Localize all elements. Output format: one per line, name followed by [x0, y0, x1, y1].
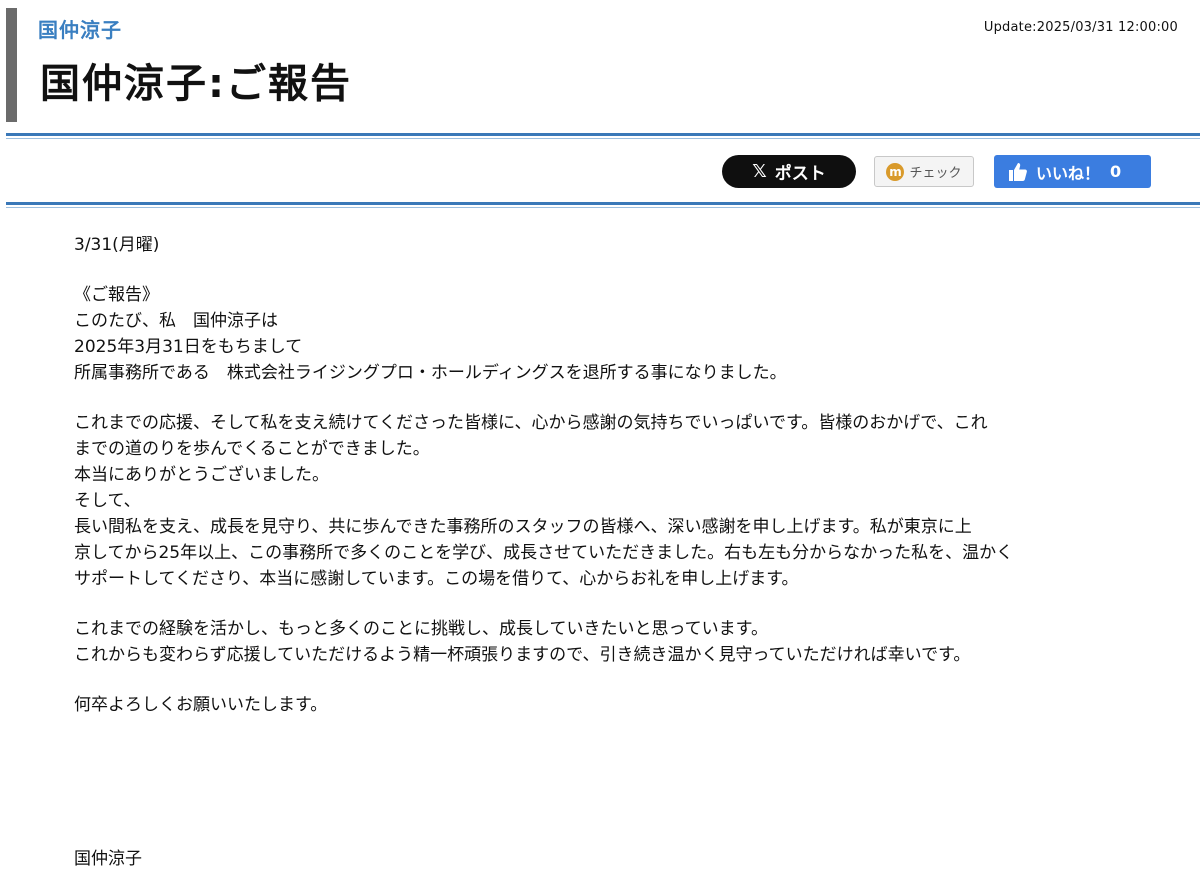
- article-header: 国仲涼子 Update:2025/03/31 12:00:00 国仲涼子:ご報告: [0, 0, 1200, 126]
- header-divider: [6, 133, 1200, 139]
- body-line: これからも変わらず応援していただけるよう精一杯頑張りますので、引き続き温かく見守…: [74, 645, 971, 665]
- body-line: そして、: [74, 491, 141, 511]
- body-line: 長い間私を支え、成長を見守り、共に歩んできた事務所のスタッフの皆様へ、深い感謝を…: [74, 517, 972, 537]
- signature: 国仲涼子: [74, 849, 142, 869]
- article-body: 3/31(月曜) 《ご報告》 このたび、私 国仲涼子は 2025年3月31日をも…: [74, 232, 1134, 718]
- body-line: このたび、私 国仲涼子は: [74, 311, 278, 331]
- x-post-button[interactable]: 𝕏 ポスト: [722, 155, 856, 188]
- check-button-label: チェック: [909, 166, 962, 181]
- page: 国仲涼子 Update:2025/03/31 12:00:00 国仲涼子:ご報告…: [0, 0, 1200, 880]
- body-line: 本当にありがとうございました。: [74, 465, 329, 485]
- closing-line: 何卒よろしくお願いいたします。: [74, 695, 328, 715]
- x-logo-icon: 𝕏: [752, 160, 767, 182]
- like-button-label: いいね！: [1036, 163, 1101, 183]
- like-count: 0: [1110, 162, 1122, 181]
- like-button[interactable]: いいね！ 0: [994, 155, 1151, 188]
- post-button-label: ポスト: [774, 164, 826, 184]
- author-link[interactable]: 国仲涼子: [38, 14, 122, 43]
- share-divider: [6, 202, 1200, 208]
- body-line: これまでの経験を活かし、もっと多くのことに挑戦し、成長していきたいと思っています…: [74, 619, 768, 639]
- header-accent-bar: [6, 8, 17, 122]
- body-line: サポートしてくださり、本当に感謝しています。この場を借りて、心からお礼を申し上げ…: [74, 569, 799, 589]
- body-line: までの道のりを歩んでくることができました。: [74, 439, 430, 459]
- article-date: 3/31(月曜): [74, 235, 160, 255]
- body-line: 京してから25年以上、この事務所で多くのことを学び、成長させていただきました。右…: [74, 543, 1014, 563]
- update-timestamp: Update:2025/03/31 12:00:00: [983, 20, 1178, 35]
- share-bar: 𝕏 ポスト m チェック いいね！ 0: [0, 154, 1200, 190]
- body-line: 所属事務所である 株式会社ライジングプロ・ホールディングスを退所する事になりまし…: [74, 363, 787, 383]
- body-line: これまでの応援、そして私を支え続けてくださった皆様に、心から感謝の気持ちでいっぱ…: [74, 413, 988, 433]
- page-title: 国仲涼子:ご報告: [40, 61, 352, 107]
- check-button[interactable]: m チェック: [874, 156, 974, 187]
- article-heading: 《ご報告》: [74, 285, 159, 305]
- body-line: 2025年3月31日をもちまして: [74, 337, 303, 357]
- m-badge-icon: m: [886, 162, 905, 181]
- thumbs-up-icon: [1009, 162, 1027, 181]
